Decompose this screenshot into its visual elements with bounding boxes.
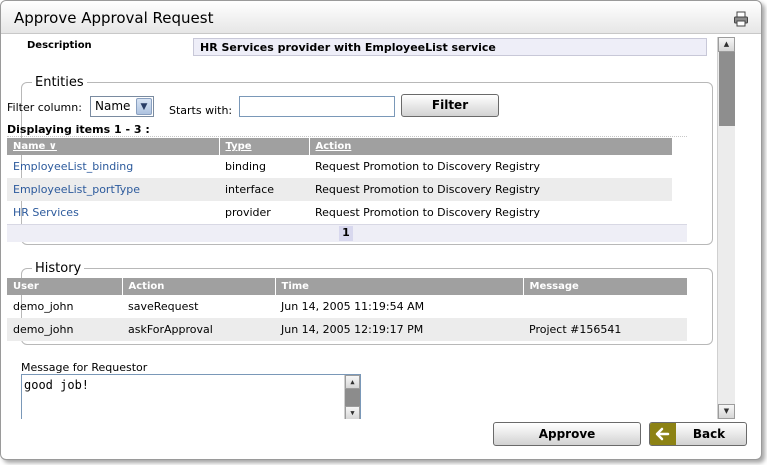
dialog-content: Description HR Services provider with Em…: [1, 35, 715, 419]
back-arrow-icon: [650, 423, 676, 445]
description-label: Description: [21, 37, 193, 57]
description-value: HR Services provider with EmployeeList s…: [193, 38, 707, 56]
history-message: Project #156541: [523, 318, 687, 341]
entity-name-link[interactable]: EmployeeList_binding: [7, 155, 219, 178]
column-header-type[interactable]: Type: [218, 138, 309, 155]
entity-name-link[interactable]: EmployeeList_portType: [7, 178, 219, 201]
history-user: demo_john: [7, 318, 122, 341]
scroll-down-icon[interactable]: ▼: [718, 404, 735, 419]
entities-legend: Entities: [35, 75, 84, 90]
table-header-row: User Action Time Message: [7, 278, 687, 295]
table-row: demo_john askForApproval Jun 14, 2005 12…: [7, 318, 687, 341]
scroll-down-icon[interactable]: ▼: [345, 406, 360, 419]
table-row: HR Services provider Request Promotion t…: [7, 201, 672, 224]
printer-icon[interactable]: [733, 11, 749, 27]
column-header-message: Message: [522, 278, 687, 295]
scroll-up-icon[interactable]: ▲: [345, 375, 360, 389]
title-bar: Approve Approval Request: [1, 1, 761, 34]
message-textarea[interactable]: good job! ▲ ▼: [21, 374, 361, 419]
back-button[interactable]: Back: [649, 422, 747, 446]
scroll-thumb[interactable]: [719, 52, 735, 126]
starts-with-input[interactable]: [239, 96, 395, 117]
approve-button[interactable]: Approve: [493, 422, 641, 446]
history-user: demo_john: [13, 300, 74, 313]
column-header-action[interactable]: Action: [308, 138, 672, 155]
dialog-title: Approve Approval Request: [14, 9, 214, 27]
filter-column-value: Name: [95, 99, 131, 113]
starts-with-label: Starts with:: [169, 104, 233, 117]
entity-type: binding: [225, 160, 267, 173]
message-text: good job!: [24, 378, 90, 392]
pagination: 1: [7, 224, 687, 242]
table-row: EmployeeList_binding binding Request Pro…: [7, 155, 672, 178]
message-label: Message for Requestor: [21, 361, 148, 374]
filter-column-label: Filter column:: [7, 101, 82, 114]
table-row: demo_john saveRequest Jun 14, 2005 11:19…: [7, 295, 687, 318]
displaying-items: Displaying items 1 - 3 :: [7, 123, 150, 136]
history-message: [523, 295, 687, 318]
scroll-up-icon[interactable]: ▲: [718, 37, 735, 52]
column-header-time: Time: [274, 278, 523, 295]
entity-type: provider: [225, 206, 271, 219]
description-row: Description HR Services provider with Em…: [21, 37, 707, 57]
history-action: askForApproval: [122, 318, 275, 341]
history-legend: History: [35, 261, 82, 276]
entity-action: Request Promotion to Discovery Registry: [315, 206, 541, 219]
column-header-name[interactable]: Name ∨: [7, 138, 219, 155]
main-scrollbar[interactable]: ▲ ▼: [717, 37, 735, 419]
history-action: saveRequest: [128, 300, 199, 313]
table-row: EmployeeList_portType interface Request …: [7, 178, 672, 201]
approval-dialog: Approve Approval Request Description HR …: [0, 0, 762, 460]
back-label: Back: [692, 427, 726, 441]
entity-type: interface: [219, 178, 309, 201]
entity-action: Request Promotion to Discovery Registry: [315, 160, 541, 173]
scroll-thumb[interactable]: [345, 389, 360, 406]
filter-button[interactable]: Filter: [401, 94, 499, 117]
column-header-user: User: [7, 278, 122, 295]
message-scrollbar[interactable]: ▲ ▼: [344, 375, 360, 419]
history-time: Jun 14, 2005 11:19:54 AM: [281, 300, 425, 313]
page-number[interactable]: 1: [339, 226, 353, 241]
history-time: Jun 14, 2005 12:19:17 PM: [275, 318, 523, 341]
entity-name-link[interactable]: HR Services: [7, 201, 219, 224]
history-table: User Action Time Message demo_john saveR…: [7, 278, 687, 341]
entities-table: Name ∨ Type Action EmployeeList_binding …: [7, 138, 672, 224]
divider: [7, 136, 687, 137]
filter-column-select[interactable]: Name ▼: [90, 96, 154, 117]
column-header-action: Action: [121, 278, 275, 295]
entity-action: Request Promotion to Discovery Registry: [309, 178, 672, 201]
chevron-down-icon[interactable]: ▼: [136, 98, 152, 115]
table-header-row: Name ∨ Type Action: [7, 138, 672, 155]
